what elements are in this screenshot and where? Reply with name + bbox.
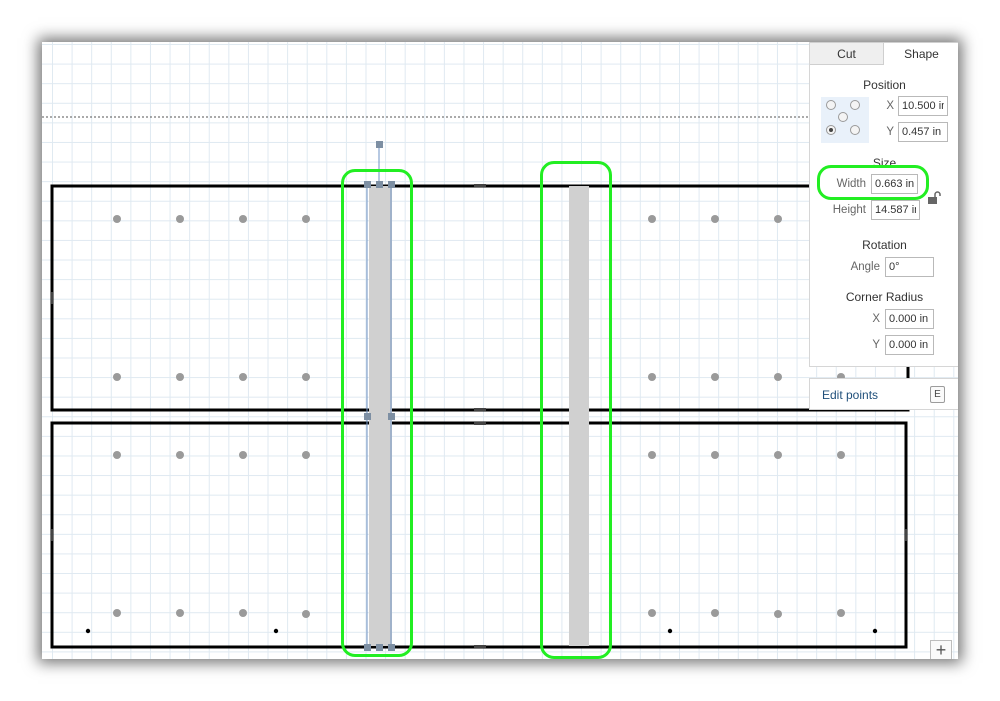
rotate-handle[interactable] (376, 141, 383, 148)
anchor-top-left[interactable] (826, 100, 836, 110)
registration-marks (85, 628, 878, 634)
tab-cut[interactable]: Cut (810, 42, 884, 65)
edge-nubs (51, 184, 907, 648)
corner-radius-y-label: Y (872, 339, 880, 351)
angle-field[interactable] (885, 257, 934, 277)
corner-radius-x-field[interactable] (885, 309, 934, 329)
hole-dots-top-panel (113, 215, 845, 381)
anchor-point-selector[interactable] (821, 97, 869, 143)
app-window: Cut Shape Position X Y Size Width Height… (42, 42, 958, 659)
edit-points-button[interactable]: Edit points (822, 379, 878, 411)
hole-dots-bottom-panel (113, 451, 845, 618)
slot-shape[interactable] (569, 186, 589, 646)
corner-radius-section-title: Corner Radius (845, 290, 924, 304)
anchor-top-right[interactable] (850, 100, 860, 110)
corner-radius-x-label: X (872, 313, 880, 325)
shape-properties-panel: Cut Shape Position X Y Size Width Height… (809, 42, 958, 367)
width-field[interactable] (871, 174, 918, 194)
anchor-bottom-left[interactable] (826, 125, 836, 135)
edit-points-shortcut-key: E (930, 386, 945, 403)
angle-label: Angle (850, 261, 880, 273)
height-field[interactable] (871, 200, 920, 220)
position-y-field[interactable] (898, 122, 948, 142)
height-label: Height (832, 204, 866, 216)
rotation-section-title: Rotation (862, 238, 907, 252)
position-x-field[interactable] (898, 96, 948, 116)
position-x-label: X (886, 100, 894, 112)
corner-radius-y-field[interactable] (885, 335, 934, 355)
position-y-label: Y (886, 126, 894, 138)
edit-points-bar: Edit points E (809, 378, 958, 410)
plus-icon[interactable]: + (930, 640, 952, 659)
size-section-title: Size (872, 156, 897, 170)
tab-shape[interactable]: Shape (884, 42, 958, 65)
position-section-title: Position (863, 78, 906, 92)
width-label: Width (836, 178, 866, 190)
anchor-center[interactable] (838, 112, 848, 122)
lock-icon[interactable] (926, 190, 942, 206)
anchor-bottom-right[interactable] (850, 125, 860, 135)
